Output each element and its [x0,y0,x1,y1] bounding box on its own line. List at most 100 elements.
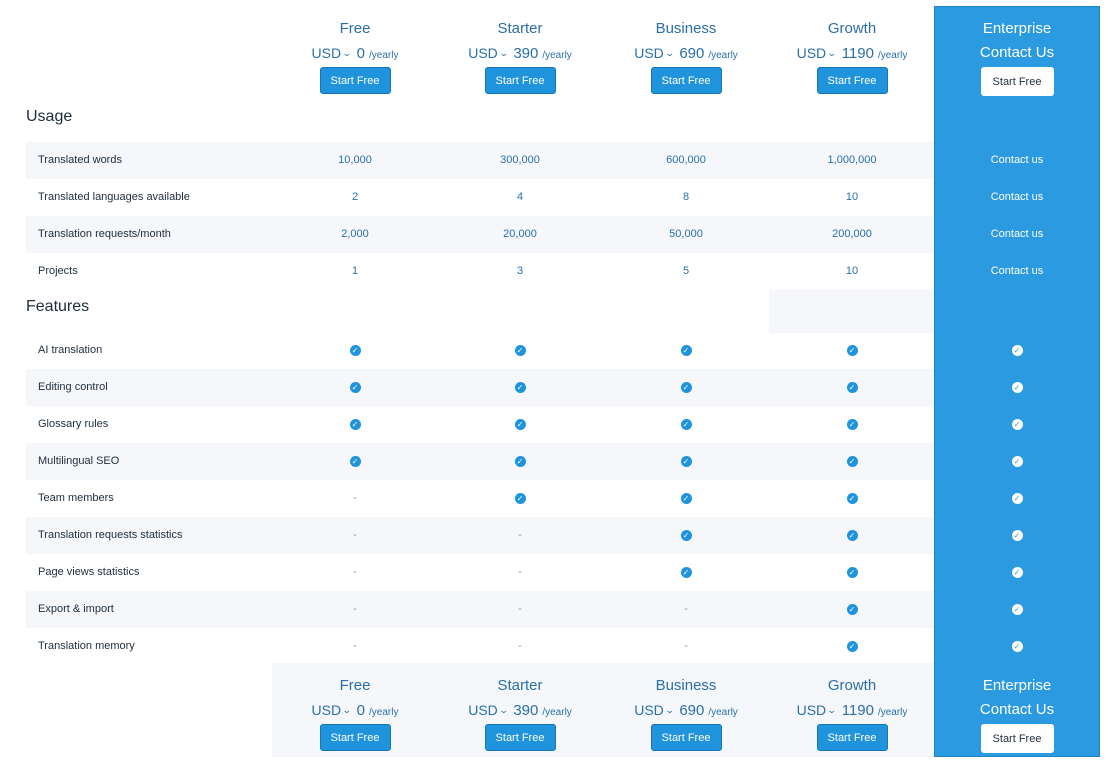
price-amount: 690 [679,45,705,62]
price-period: /yearly [877,707,908,718]
row-label: Glossary rules [38,418,109,430]
plan-name: Free [339,20,371,37]
enterprise-contact-link[interactable]: Contact us [934,216,1100,253]
start-free-button[interactable]: Start Free [319,724,391,751]
check-circle-icon: ✓ [1011,492,1023,504]
check-circle-icon: ✓ [514,381,526,393]
enterprise-contact-link[interactable]: Contact us [934,179,1100,216]
chevron-down-icon[interactable]: ⌄ [827,44,837,62]
check-cell: ✓ [603,480,769,517]
cell-value: 50,000 [669,228,703,240]
cell-value: 2 [351,191,359,203]
check-circle-icon: ✓ [846,344,858,356]
start-free-button[interactable]: Start Free [484,67,556,94]
chevron-down-icon[interactable]: ⌄ [827,701,837,719]
plan-name: Growth [827,20,877,37]
chevron-down-icon[interactable]: ⌄ [665,44,675,62]
row-label: AI translation [38,344,103,356]
dash-cell: - [272,554,438,591]
check-cell: ✓ [769,332,935,369]
check-circle-icon: ✓ [846,566,858,578]
check-circle-icon: ✓ [514,418,526,430]
currency-select[interactable]: USD [797,45,827,61]
price-row: USD⌄ 390/yearly [437,44,603,62]
table-row: AI translation ✓ ✓ ✓ ✓ [26,332,934,369]
check-cell: ✓ [934,517,1100,554]
check-circle-icon: ✓ [1011,603,1023,615]
row-label: Translated languages available [38,191,190,203]
check-circle-icon: ✓ [680,418,692,430]
table-row: Translation memory - - - ✓ [26,628,934,665]
dash-cell: - [437,517,603,554]
contact-us-link[interactable]: Contact Us [934,701,1100,719]
check-circle-icon: ✓ [514,344,526,356]
table-row: Glossary rules ✓ ✓ ✓ ✓ [26,406,934,443]
check-cell: ✓ [934,628,1100,665]
currency-select[interactable]: USD [634,45,664,61]
dash-mark: - [353,492,357,504]
check-circle-icon: ✓ [846,640,858,652]
currency-select[interactable]: USD [797,702,827,718]
dash-mark: - [353,566,357,578]
dash-cell: - [437,591,603,628]
plan-header-growth-footer: Growth USD⌄ 1190/yearly Start Free [769,677,935,751]
cell-value: 20,000 [503,228,537,240]
start-free-button[interactable]: Start Free [816,724,888,751]
check-circle-icon: ✓ [846,492,858,504]
chevron-down-icon[interactable]: ⌄ [499,44,509,62]
plan-name: Business [655,20,717,37]
price-row: USD⌄ 390/yearly [437,701,603,719]
cell-value: 4 [516,191,524,203]
start-free-button[interactable]: Start Free [980,724,1054,753]
currency-select[interactable]: USD [468,45,498,61]
chevron-down-icon[interactable]: ⌄ [342,44,352,62]
check-circle-icon: ✓ [1011,455,1023,467]
check-cell: ✓ [934,406,1100,443]
start-free-button[interactable]: Start Free [650,67,722,94]
check-circle-icon: ✓ [1011,418,1023,430]
start-free-button[interactable]: Start Free [980,67,1054,96]
price-period: /yearly [542,50,572,61]
check-circle-icon: ✓ [680,455,692,467]
plan-name: Starter [497,677,543,694]
section-title-features: Features [26,298,90,315]
start-free-button[interactable]: Start Free [650,724,722,751]
plan-header-free: Free USD⌄ 0/yearly Start Free [272,20,438,94]
start-free-button[interactable]: Start Free [484,724,556,751]
currency-select[interactable]: USD [468,702,498,718]
cell-value: 600,000 [666,154,706,166]
price-period: /yearly [369,50,399,61]
currency-select[interactable]: USD [312,45,342,61]
check-circle-icon: ✓ [846,381,858,393]
check-circle-icon: ✓ [680,344,692,356]
table-row: Projects 1 3 5 10 [26,253,934,290]
cell-value: 2,000 [341,228,369,240]
contact-us-link[interactable]: Contact Us [934,44,1100,62]
start-free-button[interactable]: Start Free [319,67,391,94]
enterprise-contact-link[interactable]: Contact us [934,142,1100,179]
plan-name: Free [339,677,371,694]
check-circle-icon: ✓ [514,455,526,467]
chevron-down-icon[interactable]: ⌄ [665,701,675,719]
price-amount: 0 [356,45,365,62]
plan-header-growth: Growth USD⌄ 1190/yearly Start Free [769,20,935,94]
dash-cell: - [272,517,438,554]
table-row: Multilingual SEO ✓ ✓ ✓ ✓ [26,443,934,480]
chevron-down-icon[interactable]: ⌄ [342,701,352,719]
check-circle-icon: ✓ [1011,381,1023,393]
check-cell: ✓ [603,517,769,554]
price-amount: 690 [679,702,705,719]
chevron-down-icon[interactable]: ⌄ [499,701,509,719]
plan-name: Growth [827,677,877,694]
check-cell: ✓ [272,332,438,369]
cell-value: 300,000 [500,154,540,166]
currency-select[interactable]: USD [312,702,342,718]
price-amount: 390 [513,45,539,62]
cell-value: 1 [351,265,359,277]
enterprise-contact-link[interactable]: Contact us [934,253,1100,290]
plan-header-enterprise: Enterprise Contact Us Start Free [934,20,1100,96]
start-free-button[interactable]: Start Free [816,67,888,94]
price-row: USD⌄ 0/yearly [272,701,438,719]
cell-value: 8 [682,191,690,203]
currency-select[interactable]: USD [634,702,664,718]
